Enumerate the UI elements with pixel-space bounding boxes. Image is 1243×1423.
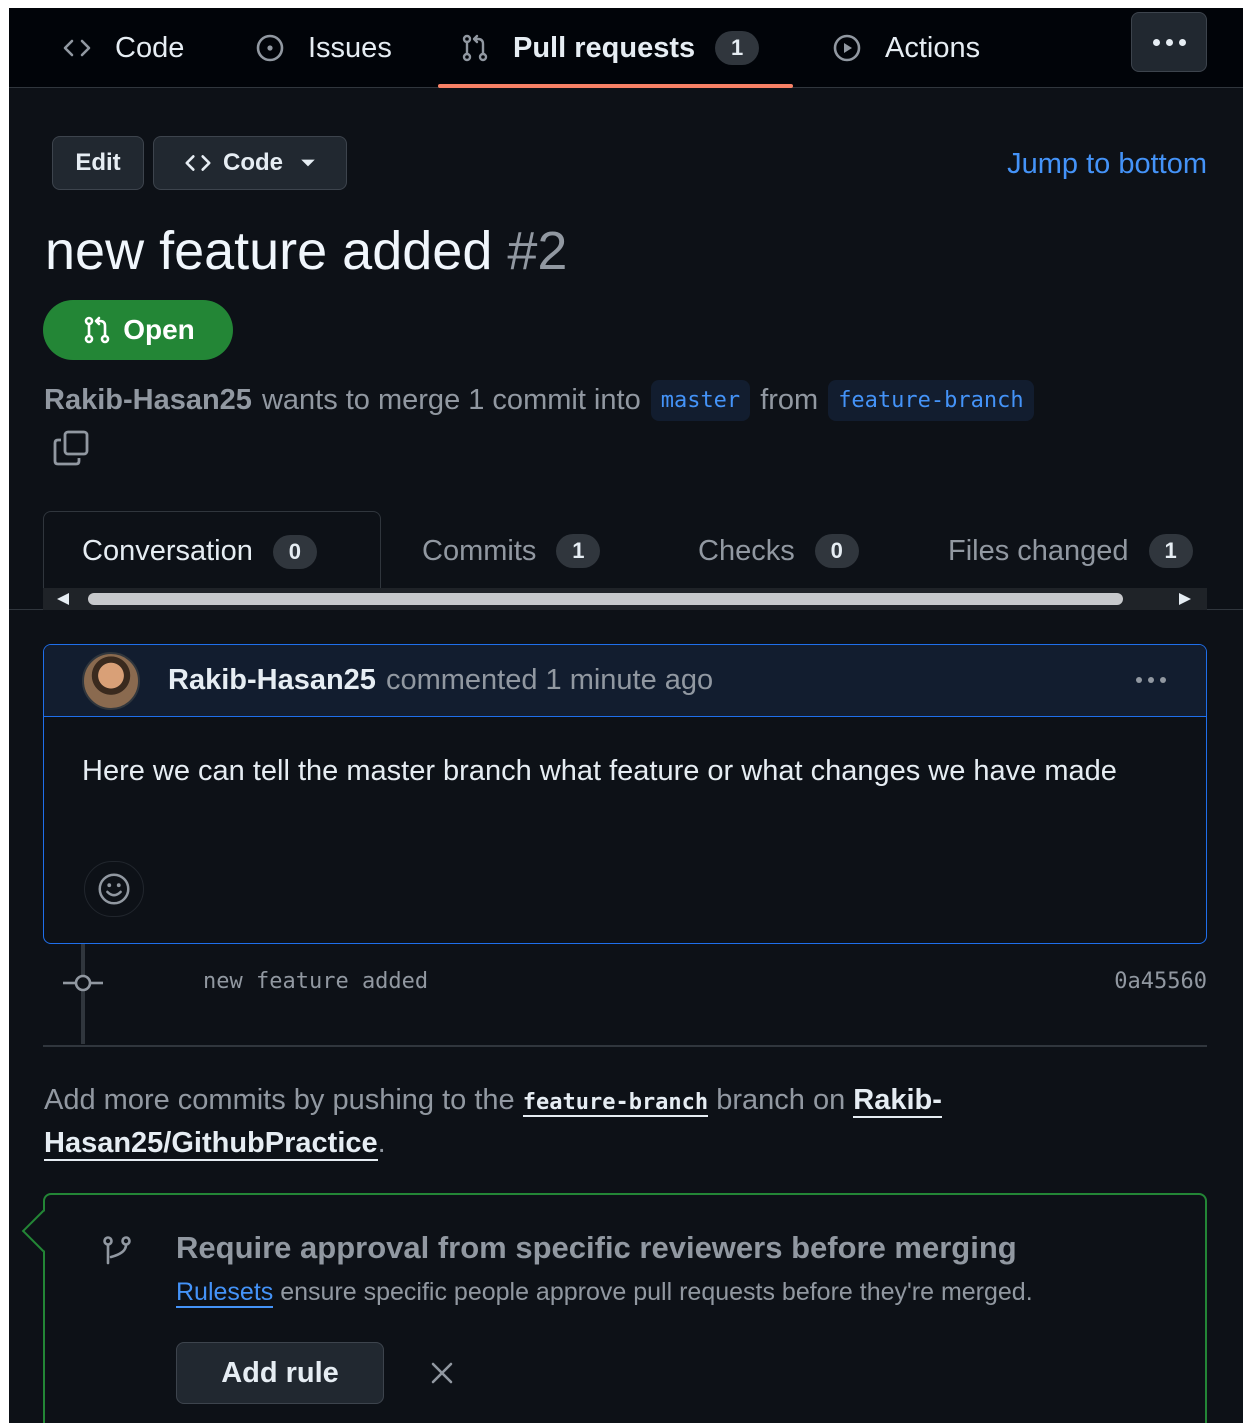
pr-number: #2 xyxy=(507,221,568,281)
kebab-icon xyxy=(1136,677,1166,683)
pr-title-text: new feature added xyxy=(45,221,493,281)
caret-down-icon xyxy=(301,159,315,167)
hint-suffix: . xyxy=(377,1127,386,1159)
nav-label-issues: Issues xyxy=(308,31,392,64)
head-branch-label[interactable]: feature-branch xyxy=(828,380,1034,421)
active-tab-underline xyxy=(438,84,793,88)
add-rule-label: Add rule xyxy=(221,1356,339,1389)
comment-author-link[interactable]: Rakib-Hasan25 xyxy=(168,664,376,697)
tab-checks-label: Checks xyxy=(698,534,795,567)
rulesets-link[interactable]: Rulesets xyxy=(176,1278,274,1308)
nav-label-code: Code xyxy=(115,31,185,64)
comment-card: Rakib-Hasan25 commented 1 minute ago Her… xyxy=(43,644,1207,944)
comment-header: Rakib-Hasan25 commented 1 minute ago xyxy=(44,645,1206,717)
add-rule-button[interactable]: Add rule xyxy=(176,1342,384,1404)
copy-icon[interactable] xyxy=(51,428,91,468)
ruleset-description: Rulesets ensure specific people approve … xyxy=(176,1274,1156,1310)
scroll-left-arrow-icon[interactable] xyxy=(57,593,69,605)
tab-conversation[interactable]: Conversation 0 xyxy=(43,511,381,591)
add-reaction-button[interactable] xyxy=(84,861,144,917)
scrollbar-thumb[interactable] xyxy=(88,593,1123,605)
tab-files-changed-label: Files changed xyxy=(948,534,1129,567)
tab-conversation-label: Conversation xyxy=(82,535,253,567)
issue-icon xyxy=(256,34,284,62)
tab-checks[interactable]: Checks 0 xyxy=(698,511,859,591)
tab-commits-counter: 1 xyxy=(556,534,601,568)
base-branch-label[interactable]: master xyxy=(650,380,751,421)
status-badge: Open xyxy=(43,300,233,360)
code-dropdown-button[interactable]: Code xyxy=(153,136,347,190)
tab-checks-counter: 0 xyxy=(814,534,859,568)
tab-commits-label: Commits xyxy=(422,534,537,567)
merge-summary: Rakib-Hasan25 wants to merge 1 commit in… xyxy=(44,380,1044,421)
ruleset-title: Require approval from specific reviewers… xyxy=(176,1230,1017,1265)
git-commit-icon xyxy=(63,974,103,992)
merge-text-1: wants to merge 1 commit into xyxy=(261,384,641,416)
tab-files-changed-counter: 1 xyxy=(1148,534,1193,568)
scroll-right-arrow-icon[interactable] xyxy=(1179,593,1191,605)
commit-message-link[interactable]: new feature added xyxy=(203,969,428,994)
merge-text-2: from xyxy=(760,384,819,416)
edit-button[interactable]: Edit xyxy=(52,136,144,190)
commit-row: new feature added 0a45560 xyxy=(9,963,1243,1003)
nav-item-code[interactable]: Code xyxy=(61,8,184,88)
tab-files-changed[interactable]: Files changed 1 xyxy=(948,511,1208,591)
app-frame: Code Issues Pull requests 1 Actions Edit… xyxy=(9,8,1243,1423)
nav-item-issues[interactable]: Issues xyxy=(254,8,392,88)
close-icon[interactable] xyxy=(427,1358,457,1388)
status-label: Open xyxy=(123,314,195,345)
kebab-icon xyxy=(1152,38,1186,46)
tab-commits[interactable]: Commits 1 xyxy=(422,511,601,591)
comment-options-button[interactable] xyxy=(1136,677,1166,683)
smiley-icon xyxy=(98,873,130,905)
hint-middle: branch on xyxy=(716,1084,846,1116)
repo-nav: Code Issues Pull requests 1 Actions xyxy=(9,8,1243,88)
ruleset-desc-text: ensure specific people approve pull requ… xyxy=(280,1278,1033,1306)
pull-request-icon xyxy=(84,316,110,344)
git-branch-icon xyxy=(103,1236,131,1265)
push-hint: Add more commits by pushing to the featu… xyxy=(44,1080,1144,1164)
nav-item-pull-requests[interactable]: Pull requests 1 xyxy=(459,8,760,88)
nav-more-button[interactable] xyxy=(1131,12,1207,72)
pull-requests-counter: 1 xyxy=(715,31,760,65)
code-button-label: Code xyxy=(223,149,283,176)
code-icon xyxy=(185,155,211,171)
commit-sha-link[interactable]: 0a45560 xyxy=(1114,969,1207,994)
hint-branch-link[interactable]: feature-branch xyxy=(522,1090,709,1117)
code-icon xyxy=(63,39,91,57)
nav-label-pull-requests: Pull requests xyxy=(513,31,696,64)
comment-meta: commented 1 minute ago xyxy=(385,664,714,696)
pr-author-link[interactable]: Rakib-Hasan25 xyxy=(44,384,252,417)
avatar[interactable] xyxy=(82,651,140,710)
timeline-divider xyxy=(43,1045,1207,1047)
nav-item-actions[interactable]: Actions xyxy=(831,8,980,88)
tab-conversation-counter: 0 xyxy=(272,534,317,569)
hint-prefix: Add more commits by pushing to the xyxy=(44,1084,515,1116)
pull-request-icon xyxy=(462,34,488,62)
page-title: new feature added #2 xyxy=(45,220,567,282)
play-icon xyxy=(833,34,861,62)
edit-button-label: Edit xyxy=(75,149,121,176)
jump-to-bottom-link[interactable]: Jump to bottom xyxy=(1007,148,1207,181)
comment-body: Here we can tell the master branch what … xyxy=(82,755,1117,787)
nav-label-actions: Actions xyxy=(885,31,981,64)
tabs-scrollbar[interactable] xyxy=(43,588,1207,610)
